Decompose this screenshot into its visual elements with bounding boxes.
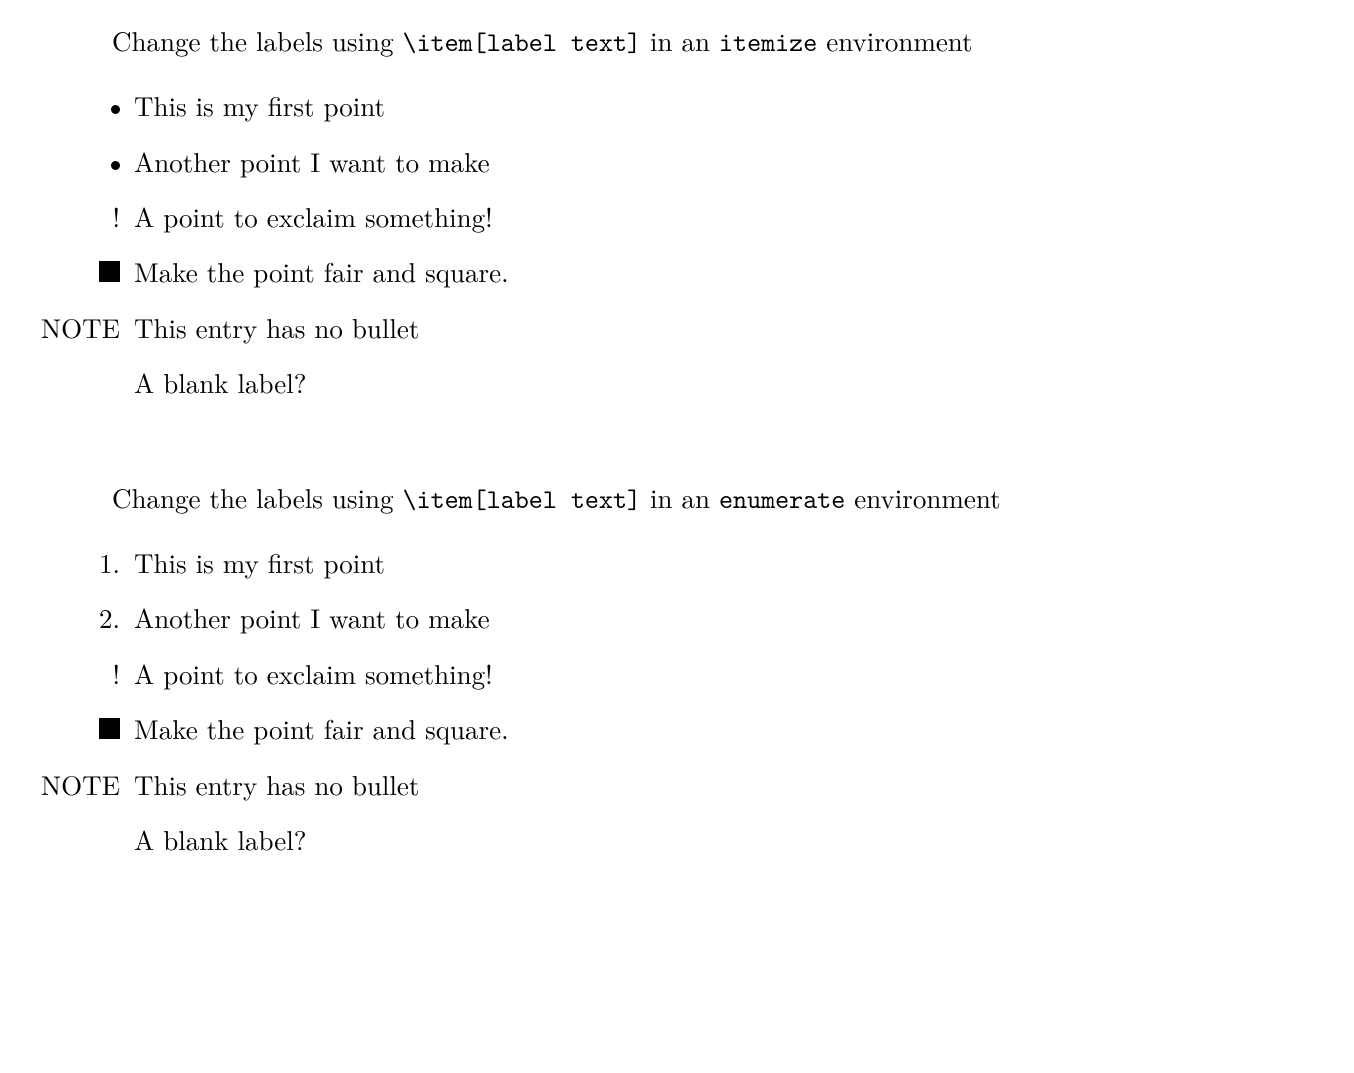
item-content: This is my first point	[134, 87, 1354, 123]
item-label: 2.	[12, 599, 134, 635]
intro-env: enumerate	[719, 482, 845, 517]
enumerate-list: 1. This is my first point 2. Another poi…	[12, 544, 1354, 858]
item-content: This entry has no bullet	[134, 309, 1354, 345]
item-content: A point to exclaim something!	[134, 655, 1354, 691]
list-item: 2. Another point I want to make	[12, 599, 1354, 635]
list-item: ! A point to exclaim something!	[12, 655, 1354, 691]
intro-code: \item[label text]	[403, 482, 641, 517]
list-item: Make the point fair and square.	[12, 710, 1354, 746]
item-label	[12, 718, 134, 739]
intro-env: itemize	[719, 25, 817, 60]
item-label: 1.	[12, 544, 134, 580]
item-content: Another point I want to make	[134, 143, 1354, 179]
list-item: NOTE This entry has no bullet	[12, 766, 1354, 802]
list-item: Make the point fair and square.	[12, 253, 1354, 289]
number-label: 1.	[99, 544, 120, 580]
itemize-intro: Change the labels using \item[label text…	[112, 22, 1354, 61]
item-label	[12, 163, 134, 172]
item-content: Another point I want to make	[134, 599, 1354, 635]
list-item: A blank label?	[12, 821, 1354, 857]
item-content: A blank label?	[134, 364, 1354, 400]
item-label	[12, 261, 134, 282]
list-item: A blank label?	[12, 364, 1354, 400]
note-label: NOTE	[41, 309, 120, 345]
list-item: 1. This is my first point	[12, 544, 1354, 580]
intro-text: in an	[641, 21, 719, 59]
item-content: This is my first point	[134, 544, 1354, 580]
section-gap	[12, 441, 1354, 479]
item-content: This entry has no bullet	[134, 766, 1354, 802]
item-content: A blank label?	[134, 821, 1354, 857]
blacksquare-icon	[99, 261, 120, 282]
intro-text: Change the labels using	[112, 21, 403, 59]
exclaim-icon: !	[112, 198, 120, 234]
list-item: ! A point to exclaim something!	[12, 198, 1354, 234]
item-label: !	[12, 655, 134, 691]
item-content: A point to exclaim something!	[134, 198, 1354, 234]
list-item: NOTE This entry has no bullet	[12, 309, 1354, 345]
item-label: NOTE	[12, 309, 134, 345]
item-label: !	[12, 198, 134, 234]
bullet-icon	[111, 161, 120, 170]
item-label	[12, 107, 134, 116]
intro-text: environment	[845, 478, 1000, 516]
list-item: This is my first point	[12, 87, 1354, 123]
list-item: Another point I want to make	[12, 143, 1354, 179]
blacksquare-icon	[99, 718, 120, 739]
bullet-icon	[111, 105, 120, 114]
intro-text: Change the labels using	[112, 478, 403, 516]
exclaim-icon: !	[112, 655, 120, 691]
intro-text: environment	[817, 21, 972, 59]
note-label: NOTE	[41, 766, 120, 802]
document-page: Change the labels using \item[label text…	[0, 0, 1354, 857]
intro-text: in an	[641, 478, 719, 516]
item-content: Make the point fair and square.	[134, 710, 1354, 746]
item-label: NOTE	[12, 766, 134, 802]
number-label: 2.	[99, 599, 120, 635]
intro-code: \item[label text]	[403, 25, 641, 60]
enumerate-intro: Change the labels using \item[label text…	[112, 479, 1354, 518]
itemize-list: This is my first point Another point I w…	[12, 87, 1354, 401]
item-content: Make the point fair and square.	[134, 253, 1354, 289]
